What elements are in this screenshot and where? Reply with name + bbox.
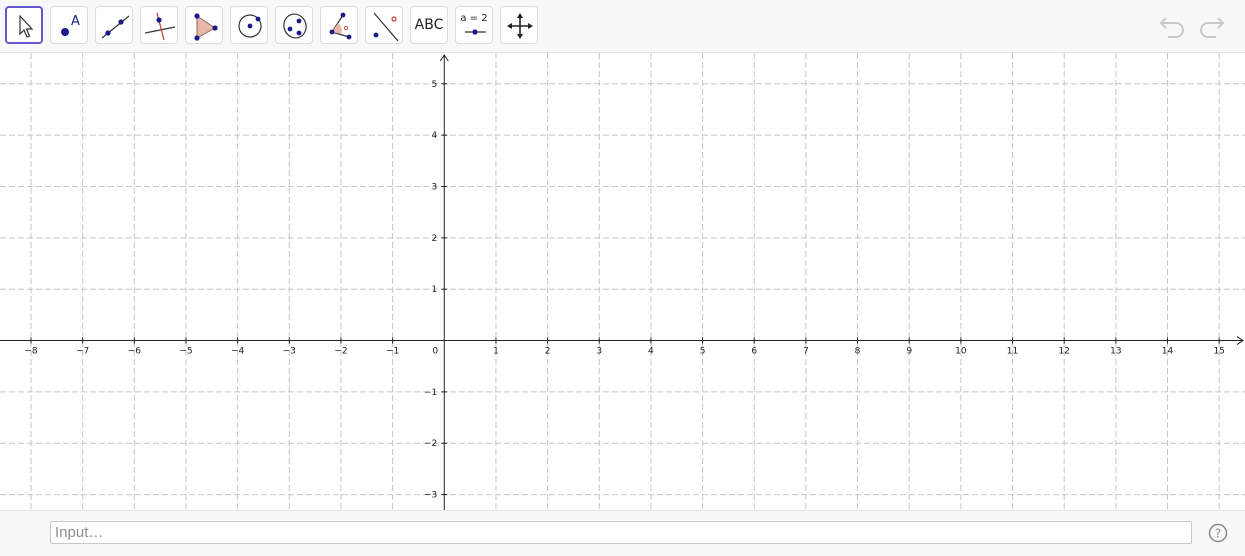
move-tool-button[interactable]	[5, 6, 43, 44]
y-tick-label: 1	[432, 285, 438, 295]
x-tick-label: 11	[1007, 347, 1018, 357]
x-tick-label: −8	[24, 347, 38, 357]
input-bar: ?	[0, 510, 1245, 556]
slider-tool-button[interactable]: a = 2	[455, 6, 493, 44]
coordinate-plane[interactable]: −8 −7 −6 −5 −4 −3 −2 −1 0 1 2 3 4 5 6 7 8 9 10 11 12 13 14 1554…	[0, 53, 1245, 510]
x-tick-label: 5	[700, 347, 706, 357]
undo-icon[interactable]	[1158, 12, 1188, 40]
y-tick-label: 4	[432, 131, 438, 141]
reflect-tool-button[interactable]	[365, 6, 403, 44]
line-tool-button[interactable]	[95, 6, 133, 44]
x-tick-label: −2	[334, 347, 347, 357]
x-tick-label: 6	[751, 347, 757, 357]
text-tool-button[interactable]: ABC	[410, 6, 448, 44]
circle-tool-button[interactable]	[230, 6, 268, 44]
pointer-arrow-icon	[19, 14, 34, 38]
x-tick-label: −5	[179, 347, 192, 357]
ellipse-icon	[283, 13, 307, 39]
x-tick-label: −1	[386, 347, 399, 357]
x-tick-label: −7	[76, 347, 89, 357]
algebra-input-field[interactable]	[50, 521, 1192, 544]
x-tick-label: 0	[432, 347, 438, 357]
svg-text:?: ?	[1215, 527, 1221, 541]
move-view-icon	[507, 13, 533, 39]
help-icon[interactable]: ?	[1208, 523, 1228, 543]
y-tick-label: 5	[432, 80, 438, 90]
x-tick-label: 13	[1110, 347, 1121, 357]
toolbar: A ABC a = 2	[0, 0, 1245, 53]
slider-icon	[465, 29, 486, 35]
redo-icon[interactable]	[1196, 12, 1226, 40]
perpendicular-line-icon	[144, 12, 176, 41]
line-through-two-points-icon	[101, 15, 130, 39]
x-tick-label: 4	[648, 347, 654, 357]
x-tick-label: −6	[128, 347, 142, 357]
y-tick-label: 3	[432, 183, 438, 193]
polygon-icon	[194, 13, 218, 41]
y-tick-label: −1	[424, 388, 437, 398]
point-tool-button[interactable]: A	[50, 6, 88, 44]
y-tick-label: 2	[432, 234, 438, 244]
x-tick-label: 9	[906, 347, 912, 357]
x-tick-label: 14	[1162, 347, 1174, 357]
y-tick-label: −2	[424, 439, 437, 449]
x-tick-label: 12	[1058, 347, 1069, 357]
x-tick-label: 7	[803, 347, 809, 357]
x-tick-label: 15	[1213, 347, 1224, 357]
text-icon: ABC	[414, 17, 444, 33]
x-tick-label: 1	[493, 347, 499, 357]
reflect-about-line-icon	[373, 12, 399, 42]
svg-text:A: A	[71, 14, 80, 29]
angle-icon	[329, 12, 352, 40]
x-tick-label: 2	[545, 347, 551, 357]
angle-tool-button[interactable]	[320, 6, 358, 44]
x-tick-label: −3	[283, 347, 296, 357]
move-graphics-view-tool-button[interactable]	[500, 6, 538, 44]
circle-center-point-icon	[238, 14, 262, 38]
perpendicular-line-tool-button[interactable]	[140, 6, 178, 44]
polygon-tool-button[interactable]	[185, 6, 223, 44]
x-tick-label: −4	[231, 347, 245, 357]
graphics-view[interactable]: −8 −7 −6 −5 −4 −3 −2 −1 0 1 2 3 4 5 6 7 8 9 10 11 12 13 14 15 5 4…	[0, 53, 1245, 510]
y-tick-label: −3	[424, 491, 437, 501]
point-A-icon: A	[61, 14, 80, 36]
conic-tool-button[interactable]	[275, 6, 313, 44]
x-tick-label: 8	[855, 347, 861, 357]
x-tick-label: 10	[955, 347, 967, 357]
x-tick-label: 3	[596, 347, 602, 357]
